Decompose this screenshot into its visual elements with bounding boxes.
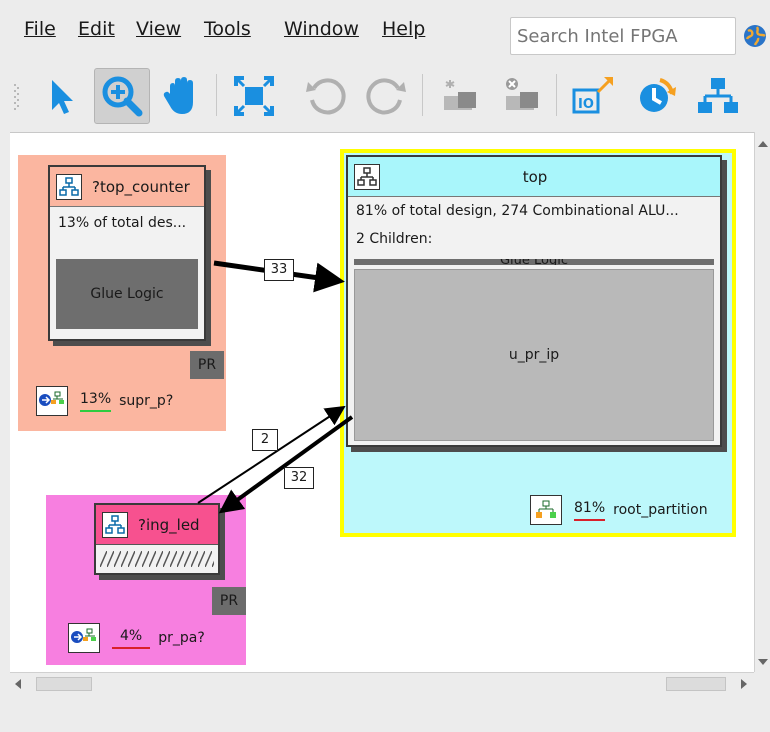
pan-tool-button[interactable]: [154, 68, 210, 124]
add-partition-icon: [444, 80, 476, 110]
vertical-scrollbar[interactable]: [754, 132, 770, 672]
fit-to-window-icon: [234, 76, 274, 116]
refresh-icon: [640, 78, 676, 112]
status-bar: [0, 696, 770, 732]
menu-tools[interactable]: Tools: [198, 14, 257, 44]
add-partition-button[interactable]: [432, 68, 488, 124]
refresh-button[interactable]: [628, 68, 684, 124]
scroll-right-icon[interactable]: [740, 679, 748, 689]
connection-label: 33: [264, 259, 294, 281]
scroll-thumb[interactable]: [666, 677, 726, 691]
rotate-left-button[interactable]: [298, 68, 354, 124]
zoom-tool-button[interactable]: [94, 68, 150, 124]
rotate-right-button[interactable]: [358, 68, 414, 124]
menu-help[interactable]: Help: [376, 14, 431, 44]
arrow-top-to-led[interactable]: [218, 415, 354, 514]
connection-label: 32: [284, 467, 314, 489]
toolbar-grip-icon[interactable]: [14, 84, 20, 110]
horizontal-scrollbar[interactable]: [10, 672, 754, 694]
search-input[interactable]: [510, 17, 736, 55]
menu-file[interactable]: File: [18, 14, 62, 44]
select-arrow-icon: [52, 80, 73, 114]
fit-window-button[interactable]: [226, 68, 282, 124]
menu-bar: File Edit View Tools Window Help: [0, 0, 770, 60]
select-tool-button[interactable]: [34, 68, 90, 124]
globe-icon[interactable]: [743, 24, 767, 48]
toolbar: IO: [0, 62, 770, 128]
menu-view[interactable]: View: [130, 14, 187, 44]
scroll-down-icon[interactable]: [758, 658, 768, 666]
connection-label: 2: [252, 429, 278, 451]
scroll-left-icon[interactable]: [14, 679, 22, 689]
svg-text:IO: IO: [578, 97, 594, 112]
scroll-thumb[interactable]: [36, 677, 92, 691]
rotate-right-icon: [366, 78, 406, 115]
scroll-track[interactable]: [32, 675, 732, 692]
arrow-led-to-top[interactable]: [197, 405, 346, 504]
connection-arrows: [197, 260, 354, 514]
remove-partition-icon: [506, 78, 538, 110]
menu-window[interactable]: Window: [278, 14, 365, 44]
io-export-button[interactable]: IO: [566, 68, 622, 124]
scroll-up-icon[interactable]: [758, 140, 768, 148]
hierarchy-button[interactable]: [690, 68, 746, 124]
zoom-icon: [102, 76, 143, 117]
io-export-icon: IO: [572, 76, 614, 114]
menu-edit[interactable]: Edit: [72, 14, 121, 44]
pan-hand-icon: [163, 77, 193, 114]
remove-partition-button[interactable]: [494, 68, 550, 124]
design-canvas[interactable]: ?top_counter 13% of total des... Glue Lo…: [10, 132, 754, 672]
hierarchy-icon: [698, 78, 738, 113]
rotate-left-icon: [306, 78, 346, 115]
